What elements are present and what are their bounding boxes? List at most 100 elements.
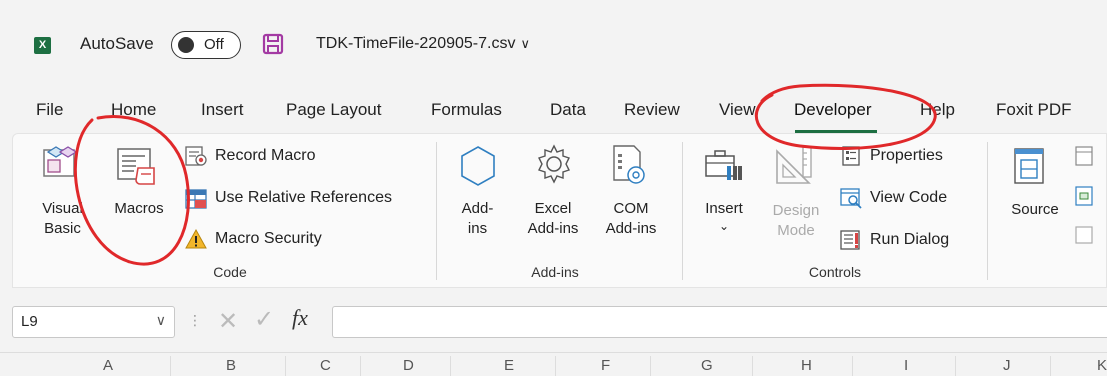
column-header-b[interactable]: B (226, 357, 236, 374)
column-divider[interactable] (285, 356, 286, 376)
design-mode-label-line1: Design (772, 202, 820, 219)
group-label-code: Code (213, 264, 247, 280)
run-dialog-icon (840, 230, 860, 250)
tab-home[interactable]: Home (111, 100, 156, 120)
record-macro-icon (185, 146, 207, 166)
tab-formulas[interactable]: Formulas (431, 100, 502, 120)
source-button[interactable]: Source (1005, 200, 1065, 220)
group-separator (987, 142, 988, 280)
insert-control-label: Insert (705, 200, 743, 217)
excel-add-ins-label-line1: Excel (534, 200, 572, 217)
column-divider[interactable] (1050, 356, 1051, 376)
column-header-a[interactable]: A (103, 357, 113, 374)
column-header-f[interactable]: F (601, 357, 610, 374)
properties-button[interactable]: Properties (870, 147, 943, 165)
tab-review[interactable]: Review (624, 100, 680, 120)
column-divider[interactable] (360, 356, 361, 376)
group-label-controls: Controls (808, 264, 862, 280)
column-header-k[interactable]: K (1097, 357, 1107, 374)
column-header-c[interactable]: C (320, 357, 331, 374)
xml-map-icons (1075, 146, 1093, 244)
macro-security-button[interactable]: Macro Security (215, 230, 322, 248)
check-icon[interactable]: ✓ (254, 305, 274, 334)
use-relative-references-button[interactable]: Use Relative References (215, 189, 392, 207)
toggle-knob (178, 37, 194, 53)
column-divider[interactable] (852, 356, 853, 376)
macros-icon[interactable] (114, 146, 166, 188)
autosave-label: AutoSave (80, 34, 154, 53)
column-header-g[interactable]: G (701, 357, 713, 374)
column-divider[interactable] (170, 356, 171, 376)
design-mode-icon[interactable] (773, 143, 817, 189)
relative-references-icon (185, 189, 207, 209)
column-header-e[interactable]: E (504, 357, 514, 374)
column-divider[interactable] (752, 356, 753, 376)
chevron-down-icon: ∨ (520, 36, 530, 51)
properties-icon (842, 146, 860, 166)
warning-icon (185, 228, 207, 249)
tab-developer[interactable]: Developer (794, 100, 872, 120)
view-code-button[interactable]: View Code (870, 189, 947, 207)
tab-page-layout[interactable]: Page Layout (286, 100, 381, 120)
add-ins-label-line1: Add- (461, 200, 494, 217)
add-ins-button[interactable]: Add- ins (455, 199, 500, 239)
visual-basic-button[interactable]: Visual Basic (35, 199, 90, 239)
design-mode-label-line2: Mode (777, 222, 815, 239)
vertical-dots-icon[interactable]: ⋮ (188, 312, 202, 329)
view-code-icon (840, 188, 862, 209)
excel-add-ins-label-line2: Add-ins (527, 220, 579, 237)
tab-foxit-pdf[interactable]: Foxit PDF (996, 100, 1072, 120)
visual-basic-label-line1: Visual (42, 200, 83, 217)
column-headers: A B C D E F G H I J K (0, 352, 1107, 376)
excel-logo-icon: X (34, 37, 51, 54)
tab-help[interactable]: Help (920, 100, 955, 120)
com-add-ins-icon[interactable] (609, 143, 649, 189)
formula-input[interactable] (332, 306, 1107, 338)
group-separator (682, 142, 683, 280)
column-header-j[interactable]: J (1003, 357, 1011, 374)
add-ins-label-line2: ins (467, 220, 488, 237)
visual-basic-label-line2: Basic (44, 220, 81, 237)
chevron-down-icon: ⌄ (718, 219, 730, 233)
cancel-icon[interactable]: ✕ (218, 307, 238, 336)
design-mode-button[interactable]: Design Mode (765, 201, 827, 241)
com-add-ins-button[interactable]: COM Add-ins (596, 199, 666, 239)
insert-control-button[interactable]: Insert ⌄ (699, 199, 749, 233)
column-divider[interactable] (450, 356, 451, 376)
hexagon-addin-icon[interactable] (457, 144, 499, 190)
name-box-value: L9 (21, 313, 38, 330)
column-header-h[interactable]: H (801, 357, 812, 374)
column-divider[interactable] (955, 356, 956, 376)
file-name-text: TDK-TimeFile-220905-7.csv (316, 35, 516, 52)
excel-add-ins-button[interactable]: Excel Add-ins (518, 199, 588, 239)
visual-basic-icon[interactable] (40, 142, 84, 182)
gear-icon[interactable] (532, 142, 576, 186)
column-header-i[interactable]: I (904, 357, 908, 374)
tab-view[interactable]: View (719, 100, 756, 120)
column-divider[interactable] (650, 356, 651, 376)
chevron-down-icon: ∨ (155, 312, 166, 328)
floppy-disk-icon[interactable] (262, 33, 284, 55)
excel-window: X AutoSave Off TDK-TimeFile-220905-7.csv… (0, 0, 1107, 376)
xml-source-icon[interactable] (1012, 146, 1046, 190)
insert-function-icon[interactable]: fx (292, 305, 308, 331)
tab-data[interactable]: Data (550, 100, 586, 120)
name-box[interactable]: L9 ∨ (12, 306, 175, 338)
autosave-state: Off (204, 36, 224, 53)
file-name[interactable]: TDK-TimeFile-220905-7.csv ∨ (316, 35, 530, 53)
tab-insert[interactable]: Insert (201, 100, 244, 120)
record-macro-button[interactable]: Record Macro (215, 147, 315, 165)
toolbox-icon[interactable] (703, 148, 745, 186)
title-bar: X AutoSave Off TDK-TimeFile-220905-7.csv… (0, 0, 1107, 92)
group-label-add-ins: Add-ins (531, 264, 579, 280)
run-dialog-button[interactable]: Run Dialog (870, 231, 949, 249)
column-divider[interactable] (555, 356, 556, 376)
tab-file[interactable]: File (36, 100, 63, 120)
group-separator (436, 142, 437, 280)
column-header-d[interactable]: D (403, 357, 414, 374)
autosave-toggle[interactable]: Off (171, 31, 241, 59)
com-add-ins-label-line2: Add-ins (605, 220, 657, 237)
macros-button[interactable]: Macros (108, 199, 170, 219)
ribbon-tabs: File Home Insert Page Layout Formulas Da… (0, 92, 1107, 132)
com-add-ins-label-line1: COM (613, 200, 649, 217)
